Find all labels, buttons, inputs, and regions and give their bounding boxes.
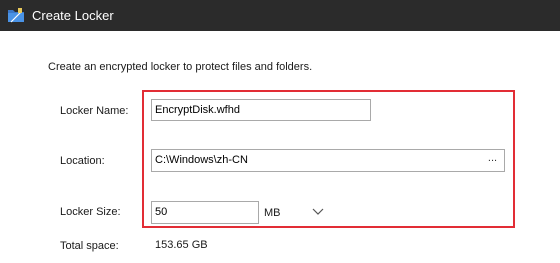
locker-name-input[interactable]: EncryptDisk.wfhd	[151, 99, 371, 121]
chevron-down-icon[interactable]	[312, 207, 324, 216]
locker-size-label: Locker Size:	[60, 206, 121, 218]
size-unit-select[interactable]: MB	[264, 207, 281, 220]
location-input[interactable]: C:\Windows\zh-CN	[151, 149, 505, 172]
locker-app-icon	[8, 8, 24, 23]
locker-name-label: Locker Name:	[60, 105, 129, 117]
window-title: Create Locker	[32, 8, 114, 23]
locker-size-input[interactable]: 50	[151, 201, 259, 224]
intro-text: Create an encrypted locker to protect fi…	[48, 61, 313, 73]
title-bar: Create Locker	[0, 0, 560, 31]
location-label: Location:	[60, 155, 105, 167]
browse-button[interactable]: ...	[481, 150, 504, 171]
total-space-label: Total space:	[60, 240, 119, 252]
total-space-value: 153.65 GB	[155, 239, 208, 251]
